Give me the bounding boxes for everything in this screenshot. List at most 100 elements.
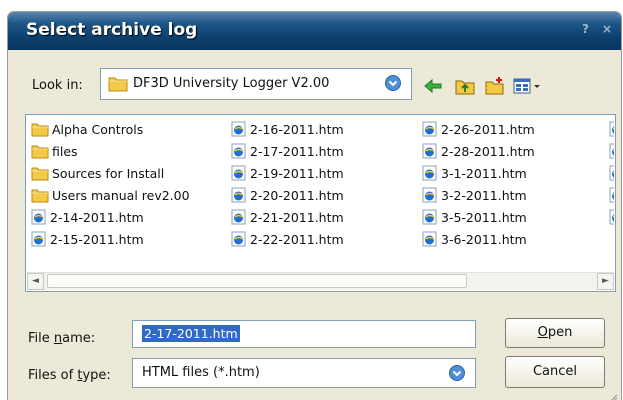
file-item[interactable]: 2-26-2011.htm	[422, 119, 535, 139]
cancel-button[interactable]: Cancel	[505, 356, 605, 388]
folder-icon	[31, 121, 52, 137]
html-file-icon	[422, 209, 437, 225]
look-in-label: Look in:	[32, 78, 83, 93]
file-item[interactable]: 2-19-2011.htm	[231, 163, 344, 183]
close-button[interactable]: ×	[602, 22, 612, 36]
html-file-icon	[422, 121, 437, 137]
folder-icon	[31, 165, 52, 181]
file-name-label: File name:	[28, 331, 96, 346]
title-bar[interactable]: Select archive log ? ×	[8, 12, 621, 50]
html-file-icon	[609, 209, 614, 225]
html-file-icon	[609, 209, 614, 225]
look-in-dropdown[interactable]: DF3D University Logger V2.00	[100, 68, 412, 100]
folder-icon	[31, 167, 49, 181]
file-type-value: HTML files (*.htm)	[142, 365, 260, 380]
html-file-icon	[231, 165, 250, 181]
html-file-icon	[422, 231, 441, 247]
html-file-icon	[231, 187, 250, 203]
help-button[interactable]: ?	[582, 22, 589, 36]
new-folder-icon[interactable]	[484, 75, 506, 97]
file-item[interactable]: 3-2-2011.htm	[422, 185, 527, 205]
file-item[interactable]: 2-22-2011.htm	[231, 229, 344, 249]
item-label: 2-20-2011.htm	[250, 187, 344, 203]
html-file-icon	[609, 143, 614, 159]
html-file-icon	[609, 187, 614, 203]
chevron-down-icon[interactable]	[449, 365, 465, 381]
html-file-icon	[31, 209, 46, 225]
file-list[interactable]: Alpha Controls files Sources for Install Us…	[25, 114, 616, 292]
html-file-icon	[231, 209, 250, 225]
item-label: 3-5-2011.htm	[441, 209, 527, 225]
file-item[interactable]: 3-1-2011.htm	[422, 163, 527, 183]
file-name-input[interactable]: 2-17-2011.htm	[132, 320, 476, 348]
html-file-icon	[422, 143, 441, 159]
html-file-icon	[231, 143, 250, 159]
html-file-icon	[31, 231, 46, 247]
html-file-icon	[231, 187, 246, 203]
file-item[interactable]: 2-20-2011.htm	[231, 185, 344, 205]
html-file-icon	[422, 231, 437, 247]
file-item[interactable]: 2-16-2011.htm	[231, 119, 344, 139]
file-item[interactable]: 3-6-2011.htm	[422, 229, 527, 249]
html-file-icon	[31, 231, 50, 247]
folder-icon	[31, 123, 49, 137]
item-label: 2-14-2011.htm	[50, 209, 144, 225]
folder-icon	[31, 143, 52, 159]
html-file-icon	[609, 165, 614, 181]
folder-item[interactable]: Sources for Install	[31, 163, 164, 183]
item-label: Sources for Install	[52, 165, 165, 181]
html-file-icon	[422, 121, 441, 137]
item-label: 2-17-2011.htm	[250, 143, 344, 159]
item-label: Alpha Controls	[52, 121, 144, 137]
item-label: 2-28-2011.htm	[441, 143, 535, 159]
item-label: 2-16-2011.htm	[250, 121, 344, 137]
file-item[interactable]: 2-14-2011.htm	[31, 207, 144, 227]
folder-icon	[31, 189, 49, 203]
file-item[interactable]: 2-28-2011.htm	[422, 141, 535, 161]
html-file-icon	[422, 143, 437, 159]
scroll-thumb[interactable]	[47, 274, 467, 288]
html-file-icon	[231, 143, 246, 159]
html-file-icon	[422, 165, 437, 181]
html-file-icon	[231, 209, 246, 225]
html-file-icon	[422, 187, 437, 203]
html-file-icon	[422, 187, 441, 203]
file-name-value: 2-17-2011.htm	[142, 325, 240, 342]
html-file-icon	[231, 121, 246, 137]
folder-item[interactable]: Alpha Controls	[31, 119, 143, 139]
html-file-icon	[609, 143, 614, 159]
folder-item[interactable]: Users manual rev2.00	[31, 185, 190, 205]
up-folder-icon[interactable]	[454, 75, 476, 97]
scroll-right-button[interactable]: ►	[597, 273, 614, 290]
view-menu-icon[interactable]	[512, 75, 544, 97]
item-label: 3-2-2011.htm	[441, 187, 527, 203]
folder-icon	[108, 74, 128, 96]
back-arrow-icon[interactable]	[422, 75, 444, 97]
horizontal-scrollbar[interactable]: ◄ ►	[27, 272, 614, 290]
scroll-left-button[interactable]: ◄	[27, 273, 44, 290]
look-in-value: DF3D University Logger V2.00	[133, 76, 330, 91]
html-file-icon	[609, 165, 614, 181]
file-item[interactable]: 3-5-2011.htm	[422, 207, 527, 227]
resize-grip-icon[interactable]	[608, 387, 618, 400]
item-label: 2-21-2011.htm	[250, 209, 344, 225]
item-label: 3-1-2011.htm	[441, 165, 527, 181]
item-label: Users manual rev2.00	[52, 187, 190, 203]
item-label: files	[52, 143, 78, 159]
html-file-icon	[422, 209, 441, 225]
html-file-icon	[231, 121, 250, 137]
html-file-icon	[609, 121, 614, 137]
file-item[interactable]: 2-17-2011.htm	[231, 141, 344, 161]
file-type-label: Files of type:	[28, 368, 111, 383]
open-button[interactable]: Open	[505, 318, 605, 348]
file-type-dropdown[interactable]: HTML files (*.htm)	[132, 358, 476, 388]
html-file-icon	[231, 231, 250, 247]
item-label: 2-19-2011.htm	[250, 165, 344, 181]
file-item[interactable]: 2-21-2011.htm	[231, 207, 344, 227]
html-file-icon	[609, 187, 614, 203]
chevron-down-icon[interactable]	[385, 75, 401, 91]
item-label: 2-15-2011.htm	[50, 231, 144, 247]
folder-icon	[31, 145, 49, 159]
folder-item[interactable]: files	[31, 141, 78, 161]
file-item[interactable]: 2-15-2011.htm	[31, 229, 144, 249]
